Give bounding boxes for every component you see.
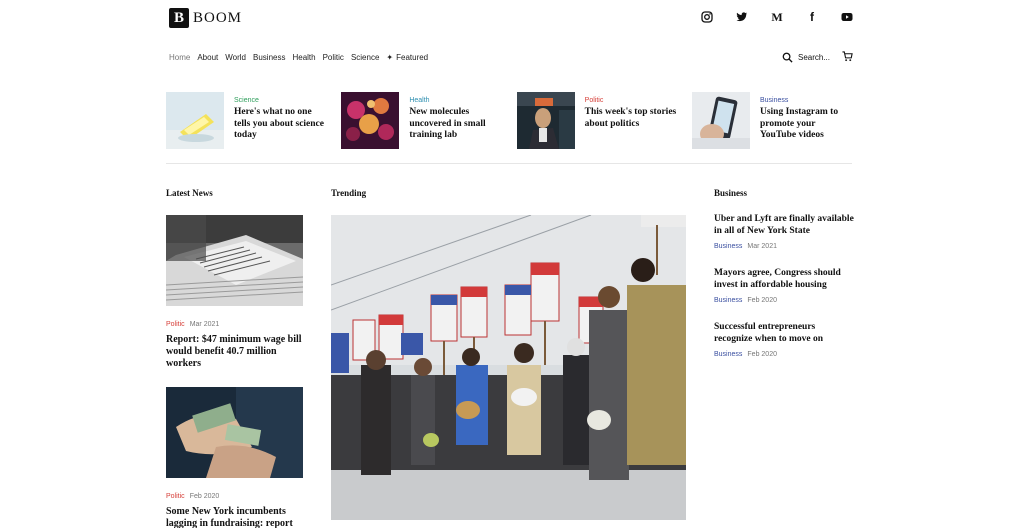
- nav-health[interactable]: Health: [292, 53, 315, 62]
- business-item[interactable]: Mayors agree, Congress should invest in …: [714, 268, 854, 304]
- featured-image-health: [341, 92, 400, 149]
- divider: [166, 163, 852, 164]
- latest-news-list: Politic Mar 2021 Report: $47 minimum wag…: [165, 215, 304, 528]
- latest-date: Feb 2020: [189, 493, 220, 500]
- business-title[interactable]: Uber and Lyft are finally available in a…: [714, 214, 854, 237]
- featured-item[interactable]: Health New molecules uncovered in small …: [341, 92, 501, 150]
- latest-category[interactable]: Politic: [166, 493, 185, 500]
- featured-item[interactable]: Science Here's what no one tells you abo…: [166, 92, 326, 150]
- nav-featured[interactable]: ✦ Featured: [386, 53, 428, 62]
- featured-image-business: [691, 92, 750, 149]
- youtube-icon[interactable]: [840, 10, 854, 24]
- featured-category[interactable]: Science: [234, 97, 326, 104]
- twitter-icon[interactable]: [735, 10, 749, 24]
- business-meta: Business Mar 2021: [714, 243, 854, 250]
- section-title-latest: Latest News: [166, 188, 213, 198]
- search-icon: [782, 52, 793, 63]
- business-category[interactable]: Business: [714, 351, 742, 358]
- featured-category[interactable]: Health: [409, 97, 501, 104]
- featured-category[interactable]: Business: [760, 97, 852, 104]
- business-category[interactable]: Business: [714, 297, 742, 304]
- featured-category[interactable]: Politic: [585, 97, 677, 104]
- business-title[interactable]: Successful entrepreneurs recognize when …: [714, 322, 854, 345]
- business-date: Mar 2021: [747, 243, 777, 250]
- social-links: M f: [700, 10, 854, 24]
- latest-meta: Politic Feb 2020: [166, 493, 303, 500]
- main-nav: Home About World Business Health Politic…: [169, 53, 428, 62]
- latest-item[interactable]: Politic Mar 2021 Report: $47 minimum wag…: [165, 215, 304, 370]
- medium-icon[interactable]: M: [770, 10, 784, 24]
- nav-world[interactable]: World: [225, 53, 246, 62]
- business-date: Feb 2020: [747, 351, 777, 358]
- latest-meta: Politic Mar 2021: [166, 321, 303, 328]
- logo-text: BOOM: [193, 9, 243, 26]
- facebook-icon[interactable]: f: [805, 10, 819, 24]
- business-item[interactable]: Uber and Lyft are finally available in a…: [714, 214, 854, 250]
- nav-about[interactable]: About: [197, 53, 218, 62]
- business-list: Uber and Lyft are finally available in a…: [714, 214, 854, 376]
- latest-date: Mar 2021: [189, 321, 220, 328]
- featured-item[interactable]: Politic This week's top stories about po…: [516, 92, 677, 150]
- nav-business[interactable]: Business: [253, 53, 285, 62]
- section-title-business: Business: [714, 188, 748, 198]
- featured-strip: Science Here's what no one tells you abo…: [166, 92, 852, 150]
- latest-item[interactable]: Politic Feb 2020 Some New York incumbent…: [166, 387, 303, 528]
- instagram-icon[interactable]: [700, 10, 714, 24]
- nav-featured-label: Featured: [396, 53, 429, 62]
- site-logo[interactable]: B BOOM: [169, 8, 242, 28]
- featured-item[interactable]: Business Using Instagram to promote your…: [691, 92, 852, 150]
- latest-image-money: [166, 387, 303, 478]
- nav-actions: Search...: [782, 51, 853, 64]
- trending-image-march[interactable]: [331, 215, 686, 520]
- section-title-trending: Trending: [331, 188, 367, 198]
- featured-title[interactable]: Using Instagram to promote your YouTube …: [760, 107, 852, 142]
- business-meta: Business Feb 2020: [714, 297, 854, 304]
- business-date: Feb 2020: [747, 297, 777, 304]
- sparkle-icon: ✦: [386, 53, 394, 62]
- latest-category[interactable]: Politic: [166, 321, 185, 328]
- featured-title[interactable]: This week's top stories about politics: [585, 107, 677, 130]
- featured-image-science: [166, 92, 224, 149]
- logo-mark: B: [169, 8, 189, 28]
- latest-title[interactable]: Report: $47 minimum wage bill would bene…: [166, 334, 303, 370]
- cart-icon[interactable]: [842, 51, 853, 64]
- business-meta: Business Feb 2020: [714, 351, 854, 358]
- featured-image-politic: [516, 92, 575, 149]
- featured-title[interactable]: New molecules uncovered in small trainin…: [409, 107, 501, 142]
- business-title[interactable]: Mayors agree, Congress should invest in …: [714, 268, 854, 291]
- nav-science[interactable]: Science: [351, 53, 379, 62]
- nav-home[interactable]: Home: [169, 53, 190, 62]
- nav-politic[interactable]: Politic: [323, 53, 344, 62]
- latest-image-newspapers: [165, 215, 304, 306]
- business-item[interactable]: Successful entrepreneurs recognize when …: [714, 322, 854, 358]
- search-button[interactable]: Search...: [782, 52, 830, 63]
- business-category[interactable]: Business: [714, 243, 742, 250]
- featured-title[interactable]: Here's what no one tells you about scien…: [234, 107, 326, 142]
- latest-title[interactable]: Some New York incumbents lagging in fund…: [166, 506, 303, 528]
- search-label: Search...: [797, 53, 830, 62]
